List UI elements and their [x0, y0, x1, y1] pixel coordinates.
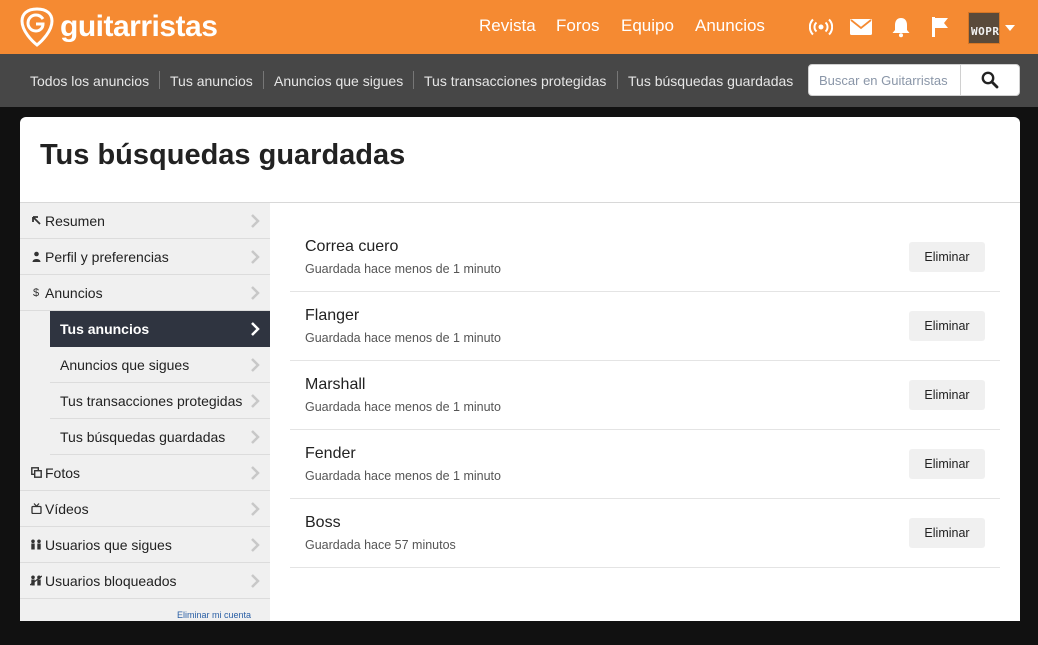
delete-button[interactable]: Eliminar: [909, 449, 985, 479]
sidebar-item-anuncios[interactable]: $ Anuncios: [20, 275, 270, 311]
subnav-anuncios-que-sigues[interactable]: Anuncios que sigues: [274, 73, 403, 89]
saved-search-title[interactable]: Boss: [305, 514, 341, 532]
arrow-up-left-icon: [30, 215, 42, 227]
sidebar-item-fotos[interactable]: Fotos: [20, 455, 270, 491]
subnav-tus-anuncios[interactable]: Tus anuncios: [170, 73, 253, 89]
saved-search-title[interactable]: Marshall: [305, 376, 365, 394]
sidebar-item-label: Vídeos: [45, 501, 89, 517]
saved-search-title[interactable]: Flanger: [305, 307, 359, 325]
nav-revista[interactable]: Revista: [479, 16, 536, 36]
brand-name: guitarristas: [60, 10, 218, 43]
sidebar-item-label: Tus transacciones protegidas: [60, 393, 243, 409]
delete-button[interactable]: Eliminar: [909, 380, 985, 410]
sidebar-subitem-tus-anuncios[interactable]: Tus anuncios: [50, 311, 270, 347]
sidebar-item-label: Usuarios que sigues: [45, 537, 172, 553]
list-item: Fender Guardada hace menos de 1 minuto E…: [290, 430, 1000, 499]
chevron-right-icon: [251, 574, 260, 588]
mail-icon[interactable]: [848, 14, 874, 40]
saved-search-title[interactable]: Fender: [305, 445, 356, 463]
list-item: Flanger Guardada hace menos de 1 minuto …: [290, 292, 1000, 361]
sidebar-item-label: Fotos: [45, 465, 81, 481]
chevron-right-icon: [251, 394, 260, 408]
chevron-right-icon: [251, 502, 260, 516]
list-item: Marshall Guardada hace menos de 1 minuto…: [290, 361, 1000, 430]
sidebar-item-usuarios-que-sigues[interactable]: Usuarios que sigues: [20, 527, 270, 563]
avatar-text: WOPR: [971, 25, 1000, 38]
search-input[interactable]: [809, 65, 960, 95]
dollar-icon: $: [32, 287, 40, 299]
subnav-busquedas-guardadas[interactable]: Tus búsquedas guardadas: [628, 73, 793, 89]
chevron-right-icon: [251, 322, 260, 336]
saved-search-timestamp: Guardada hace 57 minutos: [305, 538, 456, 552]
list-item: Correa cuero Guardada hace menos de 1 mi…: [290, 223, 1000, 292]
subnav-divider: [159, 71, 160, 89]
sidebar-item-perfil[interactable]: Perfil y preferencias: [20, 239, 270, 275]
site-logo[interactable]: guitarristas: [20, 7, 218, 47]
sidebar-subitem-transacciones-protegidas[interactable]: Tus transacciones protegidas: [50, 383, 270, 419]
video-icon: [30, 503, 42, 515]
sidebar-item-usuarios-bloqueados[interactable]: Usuarios bloqueados: [20, 563, 270, 599]
list-item: Boss Guardada hace 57 minutos Eliminar: [290, 499, 1000, 568]
chevron-right-icon: [251, 430, 260, 444]
subnav-transacciones-protegidas[interactable]: Tus transacciones protegidas: [424, 73, 606, 89]
broadcast-icon[interactable]: [808, 14, 834, 40]
sidebar-item-label: Perfil y preferencias: [45, 249, 169, 265]
guitar-pick-logo-icon: [20, 7, 54, 47]
page-title: Tus búsquedas guardadas: [40, 139, 406, 171]
chevron-right-icon: [251, 358, 260, 372]
sidebar-item-resumen[interactable]: Resumen: [20, 203, 270, 239]
sidebar-subitem-busquedas-guardadas[interactable]: Tus búsquedas guardadas: [50, 419, 270, 455]
blocked-users-icon: [29, 575, 43, 587]
saved-search-title[interactable]: Correa cuero: [305, 238, 398, 256]
nav-anuncios[interactable]: Anuncios: [695, 16, 765, 36]
delete-account-link[interactable]: Eliminar mi cuenta: [177, 610, 251, 620]
avatar[interactable]: WOPR: [968, 12, 1000, 44]
users-icon: [30, 539, 42, 551]
sub-nav-bar: Todos los anuncios Tus anuncios Anuncios…: [0, 54, 1038, 107]
saved-search-timestamp: Guardada hace menos de 1 minuto: [305, 400, 501, 414]
delete-button[interactable]: Eliminar: [909, 518, 985, 548]
main-card: Tus búsquedas guardadas Resumen Perfil y…: [20, 117, 1020, 621]
nav-equipo[interactable]: Equipo: [621, 16, 674, 36]
bell-icon[interactable]: [888, 14, 914, 40]
search-icon: [981, 71, 999, 89]
top-bar: guitarristas Revista Foros Equipo Anunci…: [0, 0, 1038, 54]
delete-button[interactable]: Eliminar: [909, 311, 985, 341]
sidebar-item-label: Tus anuncios: [60, 321, 150, 337]
sidebar-item-label: Usuarios bloqueados: [45, 573, 177, 589]
sidebar-subitem-anuncios-que-sigues[interactable]: Anuncios que sigues: [50, 347, 270, 383]
chevron-right-icon: [251, 250, 260, 264]
sidebar-item-videos[interactable]: Vídeos: [20, 491, 270, 527]
saved-search-timestamp: Guardada hace menos de 1 minuto: [305, 262, 501, 276]
person-icon: [30, 251, 42, 263]
chevron-right-icon: [251, 286, 260, 300]
subnav-todos-los-anuncios[interactable]: Todos los anuncios: [30, 73, 149, 89]
flag-icon[interactable]: [928, 14, 954, 40]
sidebar: Resumen Perfil y preferencias $ Anuncios…: [20, 203, 270, 621]
sidebar-item-label: Anuncios: [45, 285, 103, 301]
search-box: [808, 64, 1020, 96]
chevron-right-icon: [251, 538, 260, 552]
sidebar-item-label: Anuncios que sigues: [60, 357, 190, 373]
chevron-right-icon: [251, 466, 260, 480]
subnav-divider: [617, 71, 618, 89]
search-button[interactable]: [960, 65, 1019, 95]
nav-foros[interactable]: Foros: [556, 16, 599, 36]
sidebar-item-label: Resumen: [45, 213, 105, 229]
subnav-divider: [263, 71, 264, 89]
chevron-right-icon: [251, 214, 260, 228]
photos-icon: [30, 467, 42, 479]
chevron-down-icon[interactable]: [1005, 25, 1015, 31]
sidebar-item-label: Tus búsquedas guardadas: [60, 429, 226, 445]
delete-button[interactable]: Eliminar: [909, 242, 985, 272]
subnav-divider: [413, 71, 414, 89]
saved-search-timestamp: Guardada hace menos de 1 minuto: [305, 469, 501, 483]
saved-search-timestamp: Guardada hace menos de 1 minuto: [305, 331, 501, 345]
